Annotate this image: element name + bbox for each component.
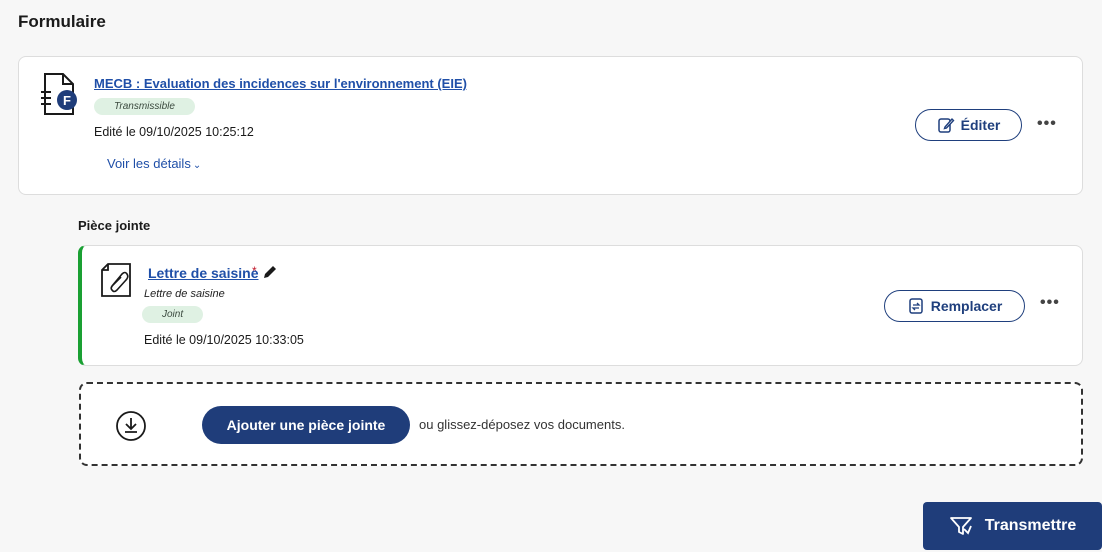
more-icon[interactable]: ••• xyxy=(1040,294,1060,312)
pencil-icon[interactable] xyxy=(262,264,278,280)
form-icon-letter: F xyxy=(63,93,71,108)
required-marker: * xyxy=(252,264,257,278)
attachment-subtitle: Lettre de saisine xyxy=(144,288,225,300)
send-icon xyxy=(949,517,972,535)
edited-timestamp: Edité le 09/10/2025 10:33:05 xyxy=(144,333,304,347)
attachment-document-icon xyxy=(101,263,131,297)
edited-timestamp: Edité le 09/10/2025 10:25:12 xyxy=(94,125,254,139)
form-card: F MECB : Evaluation des incidences sur l… xyxy=(18,56,1083,195)
chevron-down-icon: ⌄ xyxy=(192,160,202,171)
more-icon[interactable]: ••• xyxy=(1037,115,1057,133)
edit-button-label: Éditer xyxy=(960,117,1001,133)
edit-icon xyxy=(937,117,955,133)
status-badge: Transmissible xyxy=(94,98,195,115)
form-title-link[interactable]: MECB : Evaluation des incidences sur l'e… xyxy=(94,76,467,91)
transmit-button[interactable]: Transmettre xyxy=(923,502,1102,550)
dropzone[interactable]: Ajouter une pièce jointe ou glissez-dépo… xyxy=(79,382,1083,466)
attachment-title-link[interactable]: Lettre de saisine xyxy=(148,265,259,281)
download-icon xyxy=(116,411,146,441)
attachments-heading: Pièce jointe xyxy=(78,218,151,233)
edit-button[interactable]: Éditer xyxy=(915,109,1022,141)
replace-icon xyxy=(908,298,923,314)
add-attachment-button[interactable]: Ajouter une pièce jointe xyxy=(202,406,410,444)
details-link-label: Voir les détails xyxy=(107,156,191,171)
attachment-card: Lettre de saisine * Lettre de saisine Jo… xyxy=(78,245,1083,366)
replace-button-label: Remplacer xyxy=(930,298,1003,314)
replace-button[interactable]: Remplacer xyxy=(884,290,1025,322)
section-title: Formulaire xyxy=(18,12,106,31)
dropzone-hint: ou glissez-déposez vos documents. xyxy=(419,417,625,432)
form-document-icon: F xyxy=(41,73,77,115)
transmit-button-label: Transmettre xyxy=(984,517,1077,534)
status-badge: Joint xyxy=(142,306,204,323)
details-link[interactable]: Voir les détails ⌄ xyxy=(107,156,201,171)
